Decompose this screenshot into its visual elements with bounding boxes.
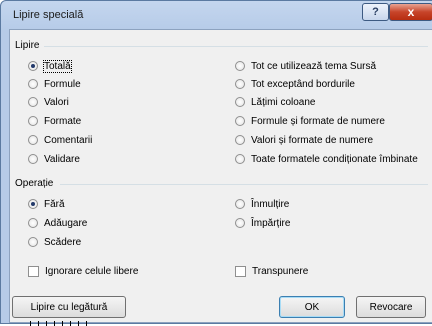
radio-button [28,237,38,247]
radio-multiply[interactable]: Înmulțire [235,197,289,211]
radio-validation[interactable]: Validare [28,152,80,166]
radio-button [235,97,245,107]
dialog-body: Lipire Totală Formule Valori Formate Com… [9,29,432,323]
checkbox-box [28,265,39,277]
radio-comments[interactable]: Comentarii [28,133,92,147]
background-artifact [30,321,90,326]
radio-comments-label: Comentarii [44,134,93,146]
paste-link-button[interactable]: Lipire cu legătură [12,296,126,318]
radio-formulas-label: Formule [44,78,81,90]
radio-values-label: Valori [44,96,69,108]
ok-button[interactable]: OK [279,296,345,318]
radio-all-except-borders[interactable]: Tot exceptând bordurile [235,77,355,91]
radio-button [235,116,245,126]
radio-button-checked [28,61,38,71]
radio-button [28,79,38,89]
radio-multiply-label: Înmulțire [251,198,290,210]
radio-button [28,97,38,107]
paste-group-divider [44,46,428,47]
checkbox-box [235,265,246,277]
transpose-checkbox[interactable]: Transpunere [235,264,308,278]
radio-button [235,135,245,145]
skip-blanks-label: Ignorare celule libere [45,265,139,277]
paste-group-label: Lipire [15,40,40,51]
radio-button [28,154,38,164]
radio-none-label: Fără [44,198,65,210]
radio-button [28,116,38,126]
radio-all-using-source-theme[interactable]: Tot ce utilizează tema Sursă [235,59,376,73]
radio-validation-label: Validare [44,153,80,165]
paste-special-dialog: Lipire specială ? x Lipire Totală Formul… [0,0,432,324]
radio-button [235,199,245,209]
cancel-button[interactable]: Revocare [356,296,426,318]
radio-button [28,218,38,228]
radio-add-label: Adăugare [44,217,88,229]
radio-button [235,218,245,228]
radio-all-merging-conditional-formats-label: Toate formatele condiționate îmbinate [251,153,418,165]
operation-group-label: Operație [15,178,54,189]
help-button[interactable]: ? [362,3,389,21]
dialog-title: Lipire specială [13,9,84,21]
radio-formats-label: Formate [44,115,82,127]
radio-all-except-borders-label: Tot exceptând bordurile [251,78,355,90]
radio-all-label: Totală [43,59,72,73]
radio-column-widths-label: Lățimi coloane [251,96,316,108]
transpose-label: Transpunere [252,265,309,277]
question-mark-icon: ? [372,6,379,18]
radio-button [235,61,245,71]
radio-add[interactable]: Adăugare [28,216,87,230]
radio-formats[interactable]: Formate [28,114,81,128]
radio-all-using-source-theme-label: Tot ce utilizează tema Sursă [251,60,377,72]
radio-values[interactable]: Valori [28,95,69,109]
radio-button-checked [28,199,38,209]
skip-blanks-checkbox[interactable]: Ignorare celule libere [28,264,138,278]
radio-button [28,135,38,145]
close-button[interactable]: x [389,3,432,21]
radio-values-and-number-formats-label: Valori și formate de numere [251,134,374,146]
radio-none[interactable]: Fără [28,197,65,211]
radio-all[interactable]: Totală [28,59,72,73]
radio-values-and-number-formats[interactable]: Valori și formate de numere [235,133,373,147]
radio-all-merging-conditional-formats[interactable]: Toate formatele condiționate îmbinate [235,152,418,166]
cancel-button-label: Revocare [369,301,413,313]
radio-divide[interactable]: Împărțire [235,216,290,230]
paste-link-button-label: Lipire cu legătură [30,301,108,313]
operation-group-divider [60,184,428,185]
radio-subtract-label: Scădere [44,236,82,248]
radio-divide-label: Împărțire [251,217,291,229]
radio-button [235,154,245,164]
ok-button-label: OK [304,301,320,313]
radio-formulas[interactable]: Formule [28,77,81,91]
title-bar[interactable]: Lipire specială ? x [1,1,432,29]
radio-column-widths[interactable]: Lățimi coloane [235,95,315,109]
radio-subtract[interactable]: Scădere [28,235,81,249]
radio-formulas-and-number-formats-label: Formule și formate de numere [251,115,385,127]
close-icon: x [407,5,415,19]
radio-button [235,79,245,89]
radio-formulas-and-number-formats[interactable]: Formule și formate de numere [235,114,385,128]
